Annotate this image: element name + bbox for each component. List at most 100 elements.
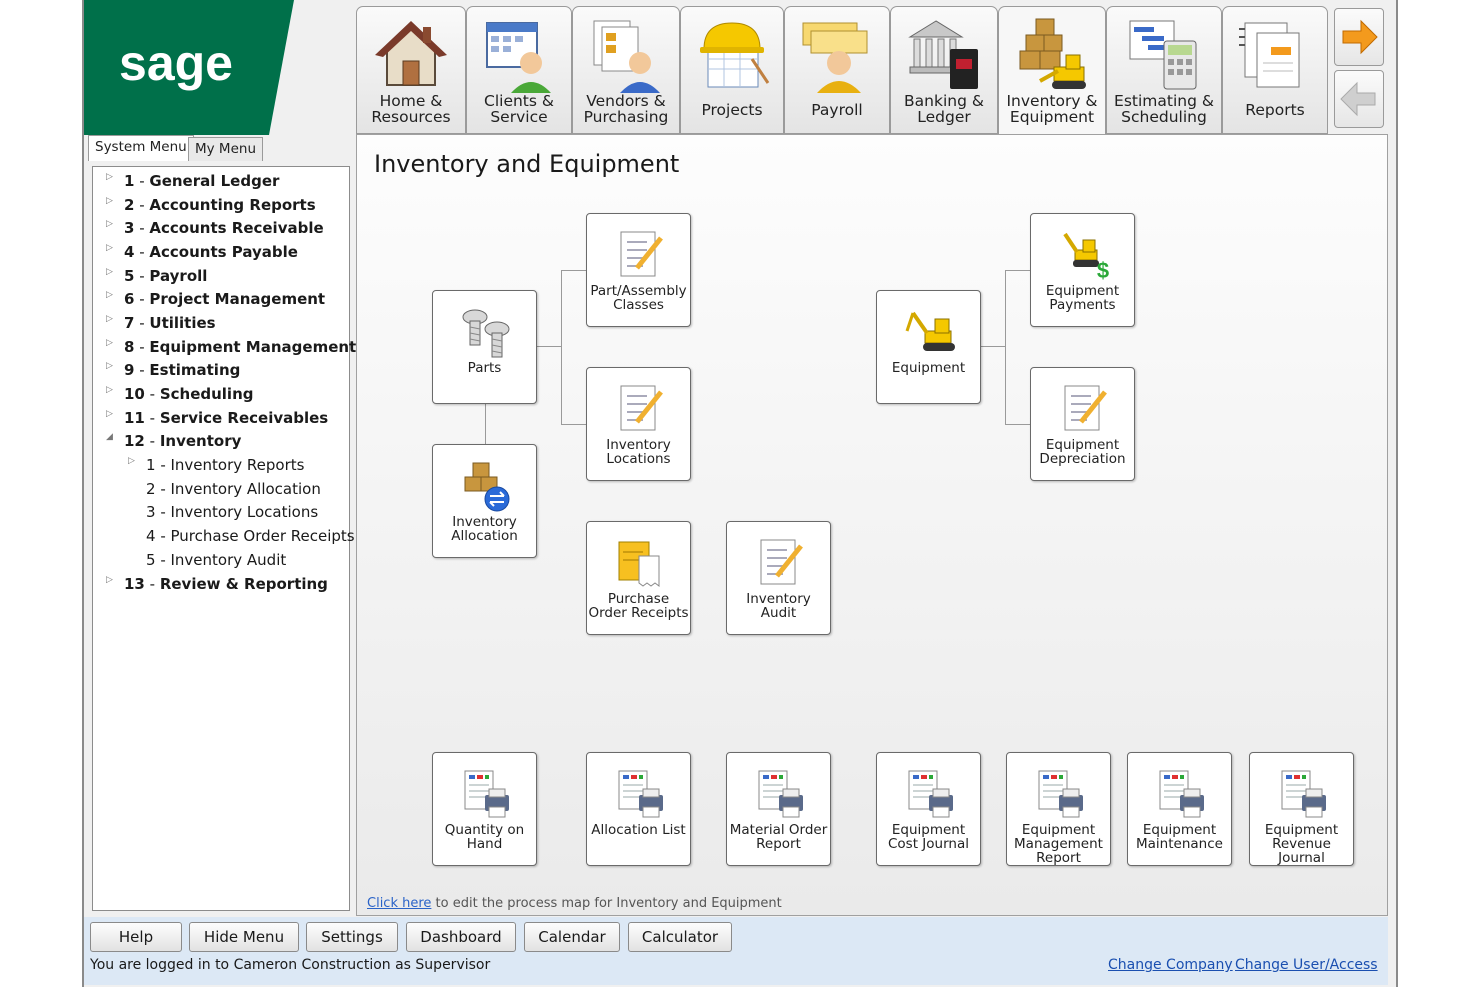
- collapsed-triangle-icon[interactable]: ▷: [106, 314, 113, 324]
- tab-vendors-purchasing[interactable]: Vendors & Purchasing: [572, 6, 680, 134]
- node-equipment-payments[interactable]: $ Equipment Payments: [1030, 213, 1135, 327]
- excavator-icon: [905, 311, 955, 351]
- subtree-item-label: Inventory Locations: [170, 503, 319, 521]
- tab-label: Reports: [1245, 101, 1305, 119]
- collapsed-triangle-icon[interactable]: ▷: [106, 172, 113, 182]
- tree-item[interactable]: ▷ 7 - Utilities: [106, 314, 216, 332]
- receipt-icon: [618, 541, 660, 587]
- collapsed-triangle-icon[interactable]: ▷: [106, 290, 113, 300]
- tree-item[interactable]: ▷ 5 - Payroll: [106, 267, 207, 285]
- report-node[interactable]: Quantity on Hand: [432, 752, 537, 866]
- sage-logo: sage: [84, 0, 294, 135]
- tab-banking-ledger[interactable]: Banking & Ledger: [890, 6, 998, 134]
- report-node[interactable]: Equipment Revenue Journal: [1249, 752, 1354, 866]
- tree-item[interactable]: ▷ 2 - Accounting Reports: [106, 196, 316, 214]
- tree-item-number: 8: [124, 338, 135, 356]
- node-label: Material Order Report: [729, 822, 828, 852]
- tree-separator: -: [155, 456, 171, 474]
- tab-system-menu[interactable]: System Menu: [88, 135, 194, 161]
- calculator-button[interactable]: Calculator: [628, 922, 732, 952]
- tab-reports[interactable]: Reports: [1222, 6, 1328, 134]
- change-company-link[interactable]: Change Company: [1108, 957, 1233, 973]
- subtree-item[interactable]: 5 - Inventory Audit: [146, 551, 286, 569]
- tree-item[interactable]: ▷ 8 - Equipment Management: [106, 338, 356, 356]
- collapsed-triangle-icon[interactable]: ▷: [106, 267, 113, 277]
- collapsed-triangle-icon[interactable]: ▷: [106, 219, 113, 229]
- node-part-assembly-classes[interactable]: Part/Assembly Classes: [586, 213, 691, 327]
- subtree-item-label: Inventory Audit: [170, 551, 287, 569]
- node-inventory-locations[interactable]: Inventory Locations: [586, 367, 691, 481]
- report-node[interactable]: Equipment Management Report: [1006, 752, 1111, 866]
- collapsed-triangle-icon[interactable]: ▷: [106, 196, 113, 206]
- subtree-item[interactable]: 2 - Inventory Allocation: [146, 480, 321, 498]
- collapsed-triangle-icon[interactable]: ▷: [106, 338, 113, 348]
- tree-item[interactable]: ▷ 9 - Estimating: [106, 361, 240, 379]
- calendar-button[interactable]: Calendar: [524, 922, 620, 952]
- tree-item[interactable]: ▷ 13 - Review & Reporting: [106, 575, 328, 593]
- click-here-link[interactable]: Click here: [367, 896, 431, 911]
- subtree-item-number: 2: [146, 480, 156, 498]
- tree-item-number: 1: [124, 172, 135, 190]
- node-equipment[interactable]: Equipment: [876, 290, 981, 404]
- tree-item[interactable]: ▷ 6 - Project Management: [106, 290, 325, 308]
- tree-item[interactable]: ▷ 1 - General Ledger: [106, 172, 280, 190]
- subtree-item[interactable]: ▷ 1 - Inventory Reports: [128, 456, 304, 474]
- collapsed-triangle-icon[interactable]: ▷: [106, 361, 113, 371]
- report-node[interactable]: Equipment Cost Journal: [876, 752, 981, 866]
- dashboard-button[interactable]: Dashboard: [406, 922, 516, 952]
- report-node[interactable]: Equipment Maintenance: [1127, 752, 1232, 866]
- tab-estimating-scheduling[interactable]: Estimating & Scheduling: [1106, 6, 1222, 134]
- tree-separator: -: [134, 267, 150, 285]
- estimating-icon: [1129, 20, 1197, 90]
- tree-item-label: General Ledger: [149, 172, 280, 190]
- collapsed-triangle-icon[interactable]: ▷: [106, 409, 113, 419]
- node-inventory-allocation[interactable]: Inventory Allocation: [432, 444, 537, 558]
- tab-label: Banking & Ledger: [904, 92, 984, 126]
- node-inventory-audit[interactable]: Inventory Audit: [726, 521, 831, 635]
- back-button[interactable]: [1334, 70, 1384, 128]
- tab-label: Inventory & Equipment: [1006, 92, 1098, 126]
- collapsed-triangle-icon[interactable]: ▷: [106, 385, 113, 395]
- collapsed-triangle-icon[interactable]: ▷: [128, 456, 135, 466]
- forward-button[interactable]: [1334, 8, 1384, 66]
- node-equipment-depreciation[interactable]: Equipment Depreciation: [1030, 367, 1135, 481]
- tab-home-resources[interactable]: Home & Resources: [356, 6, 466, 134]
- tree-item[interactable]: ◢ 12 - Inventory: [106, 432, 241, 450]
- tab-inventory-equipment[interactable]: Inventory & Equipment: [998, 6, 1106, 138]
- tree-item-label: Service Receivables: [159, 409, 329, 427]
- tab-payroll[interactable]: Payroll: [784, 6, 890, 134]
- report-node[interactable]: Allocation List: [586, 752, 691, 866]
- back-arrow-icon: [1340, 81, 1376, 117]
- subtree-item-label: Inventory Allocation: [170, 480, 321, 498]
- node-label: Equipment Payments: [1045, 283, 1120, 313]
- tree-item[interactable]: ▷ 4 - Accounts Payable: [106, 243, 298, 261]
- tree-separator: -: [144, 432, 160, 450]
- tree-item[interactable]: ▷ 11 - Service Receivables: [106, 409, 329, 427]
- subtree-item-label: Purchase Order Receipts: [170, 527, 355, 545]
- tab-projects[interactable]: Projects: [680, 6, 784, 134]
- collapsed-triangle-icon[interactable]: ▷: [106, 243, 113, 253]
- form-pencil-icon: [620, 385, 663, 431]
- vendors-icon: [593, 20, 660, 93]
- hide-menu-button[interactable]: Hide Menu: [189, 922, 299, 952]
- expanded-triangle-icon[interactable]: ◢: [106, 432, 113, 442]
- tree-item-number: 4: [124, 243, 135, 261]
- change-user-access-link[interactable]: Change User/Access: [1235, 957, 1378, 973]
- tab-clients-service[interactable]: Clients & Service: [466, 6, 572, 134]
- node-purchase-order-receipts[interactable]: Purchase Order Receipts: [586, 521, 691, 635]
- settings-button[interactable]: Settings: [306, 922, 398, 952]
- collapsed-triangle-icon[interactable]: ▷: [106, 575, 113, 585]
- tree-item-label: Accounts Payable: [149, 243, 298, 261]
- reports-icon: [1239, 22, 1300, 88]
- node-parts[interactable]: Parts: [432, 290, 537, 404]
- help-button[interactable]: Help: [90, 922, 182, 952]
- report-node[interactable]: Material Order Report: [726, 752, 831, 866]
- subtree-item[interactable]: 4 - Purchase Order Receipts: [146, 527, 355, 545]
- tab-my-menu[interactable]: My Menu: [188, 137, 263, 161]
- form-pencil-icon: [1064, 385, 1107, 431]
- report-printer-icon: [464, 770, 509, 818]
- node-label: Part/Assembly Classes: [590, 283, 687, 313]
- subtree-item[interactable]: 3 - Inventory Locations: [146, 503, 318, 521]
- tree-item[interactable]: ▷ 3 - Accounts Receivable: [106, 219, 324, 237]
- tree-item[interactable]: ▷ 10 - Scheduling: [106, 385, 254, 403]
